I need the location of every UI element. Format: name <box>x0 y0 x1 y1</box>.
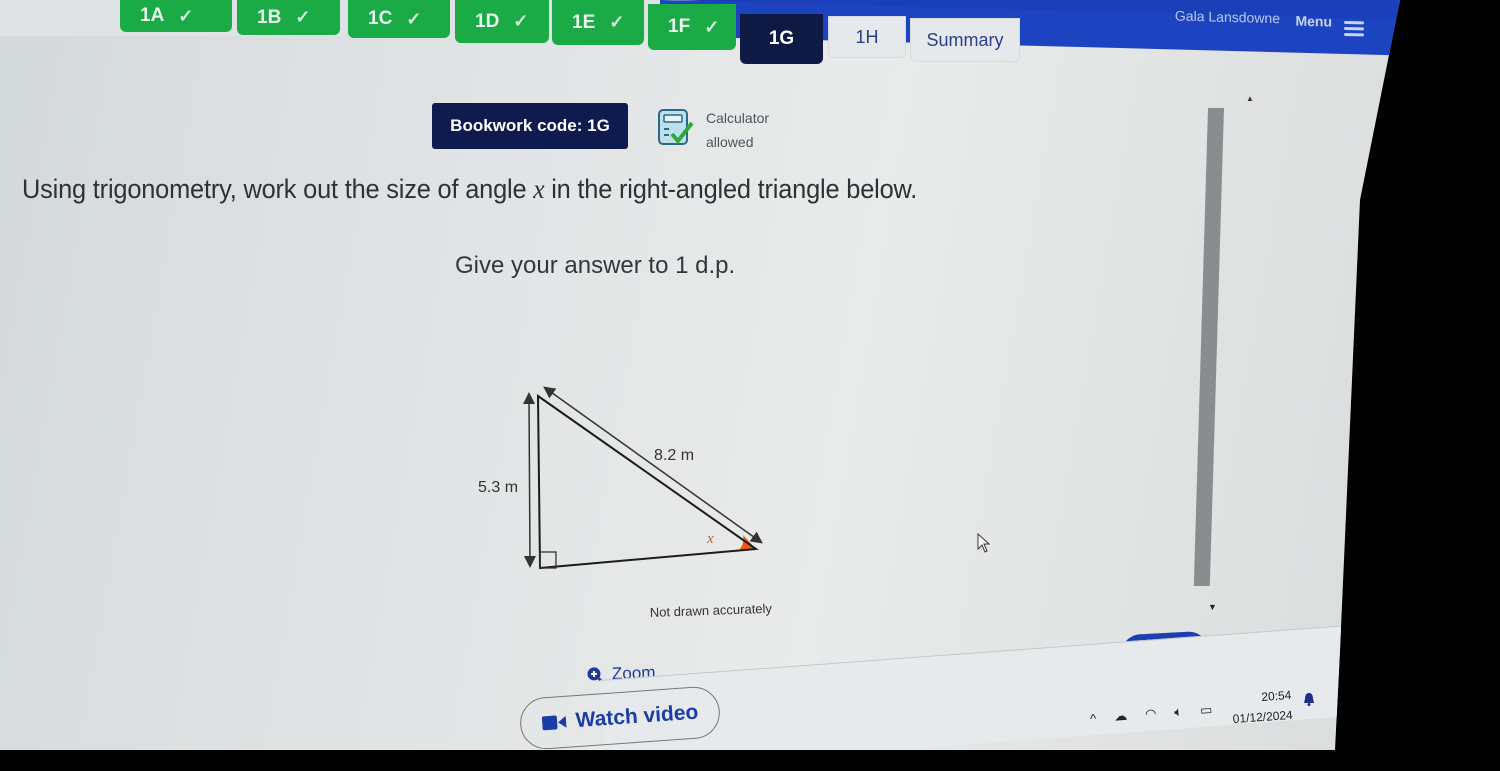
tab-label: 1G <box>769 28 794 50</box>
volume-icon[interactable]: 🔈︎ <box>1174 704 1183 721</box>
calculator-allowed-text: Calculator allowed <box>706 106 769 154</box>
right-angle-marker <box>540 552 556 568</box>
app-screen: Gala Lansdowne Menu 1A✓ 1B✓ 1C✓ 1D✓ 1E✓ … <box>0 0 1400 750</box>
tab-label: 1B <box>257 7 281 29</box>
tab-1f[interactable]: 1F ✓ <box>648 4 736 50</box>
calculator-line2: allowed <box>706 130 769 154</box>
watch-video-label: Watch video <box>575 701 699 734</box>
side-label-vertical: 5.3 m <box>478 479 518 496</box>
bookwork-code-badge: Bookwork code: 1G <box>432 103 628 149</box>
tab-label: 1E <box>572 12 595 34</box>
notification-bell-icon[interactable] <box>1303 692 1315 706</box>
taskbar-clock[interactable]: 20:54 01/12/2024 <box>1231 685 1294 729</box>
tab-label: Summary <box>926 30 1003 51</box>
check-icon: ✓ <box>704 17 719 38</box>
angle-label: x <box>706 531 714 547</box>
instruction-text: Give your answer to 1 d.p. <box>455 252 735 280</box>
clock-date: 01/12/2024 <box>1232 705 1293 729</box>
side-label-hypotenuse: 8.2 m <box>654 447 694 464</box>
mouse-cursor-icon <box>977 533 991 553</box>
tab-1g[interactable]: 1G <box>740 14 823 64</box>
menu-button-label[interactable]: Menu <box>1295 13 1332 30</box>
scrollbar-thumb[interactable] <box>1194 108 1224 586</box>
tab-1e[interactable]: 1E ✓ <box>552 0 644 45</box>
check-icon: ✓ <box>295 7 310 28</box>
check-icon: ✓ <box>513 11 528 32</box>
not-drawn-accurately-note: Not drawn accurately <box>650 601 773 620</box>
tab-label: 1H <box>855 27 878 48</box>
tab-1h[interactable]: 1H <box>828 16 906 58</box>
check-icon: ✓ <box>406 9 421 30</box>
tab-label: 1D <box>475 11 499 33</box>
hypotenuse-dimension-arrow <box>548 390 758 540</box>
question-text-after: in the right-angled triangle below. <box>544 174 917 204</box>
tab-label: 1C <box>368 8 392 30</box>
question-variable: x <box>533 174 544 204</box>
video-camera-icon <box>541 714 566 732</box>
question-text-before: Using trigonometry, work out the size of… <box>22 174 533 204</box>
calculator-check-icon <box>656 108 694 148</box>
triangle-shape <box>538 396 756 568</box>
show-hidden-icons-chevron-icon[interactable]: ^ <box>1090 710 1097 725</box>
check-icon: ✓ <box>178 6 193 27</box>
tab-summary[interactable]: Summary <box>910 18 1020 62</box>
hamburger-icon[interactable] <box>1344 18 1364 41</box>
tab-label: 1F <box>668 16 690 38</box>
question-text: Using trigonometry, work out the size of… <box>22 174 917 205</box>
vertical-dimension-arrow <box>529 398 530 562</box>
onedrive-cloud-icon[interactable]: ☁ <box>1114 708 1128 725</box>
tab-1d[interactable]: 1D ✓ <box>455 0 549 43</box>
tab-1b[interactable]: 1B ✓ <box>237 0 340 35</box>
triangle-diagram: 5.3 m 8.2 m x Not drawn accurately <box>460 380 780 640</box>
tab-1c[interactable]: 1C ✓ <box>348 0 450 38</box>
calculator-line1: Calculator <box>706 106 769 130</box>
scroll-down-arrow[interactable]: ▼ <box>1208 602 1217 612</box>
tab-label: 1A <box>140 5 164 27</box>
wifi-icon[interactable]: ◠ <box>1145 706 1157 723</box>
scroll-up-arrow[interactable]: ▲ <box>1246 94 1254 103</box>
user-name[interactable]: Gala Lansdowne <box>1175 7 1280 26</box>
tab-1a[interactable]: 1A ✓ <box>120 0 232 32</box>
check-icon: ✓ <box>609 12 624 33</box>
battery-icon[interactable]: ▭ <box>1200 702 1213 719</box>
